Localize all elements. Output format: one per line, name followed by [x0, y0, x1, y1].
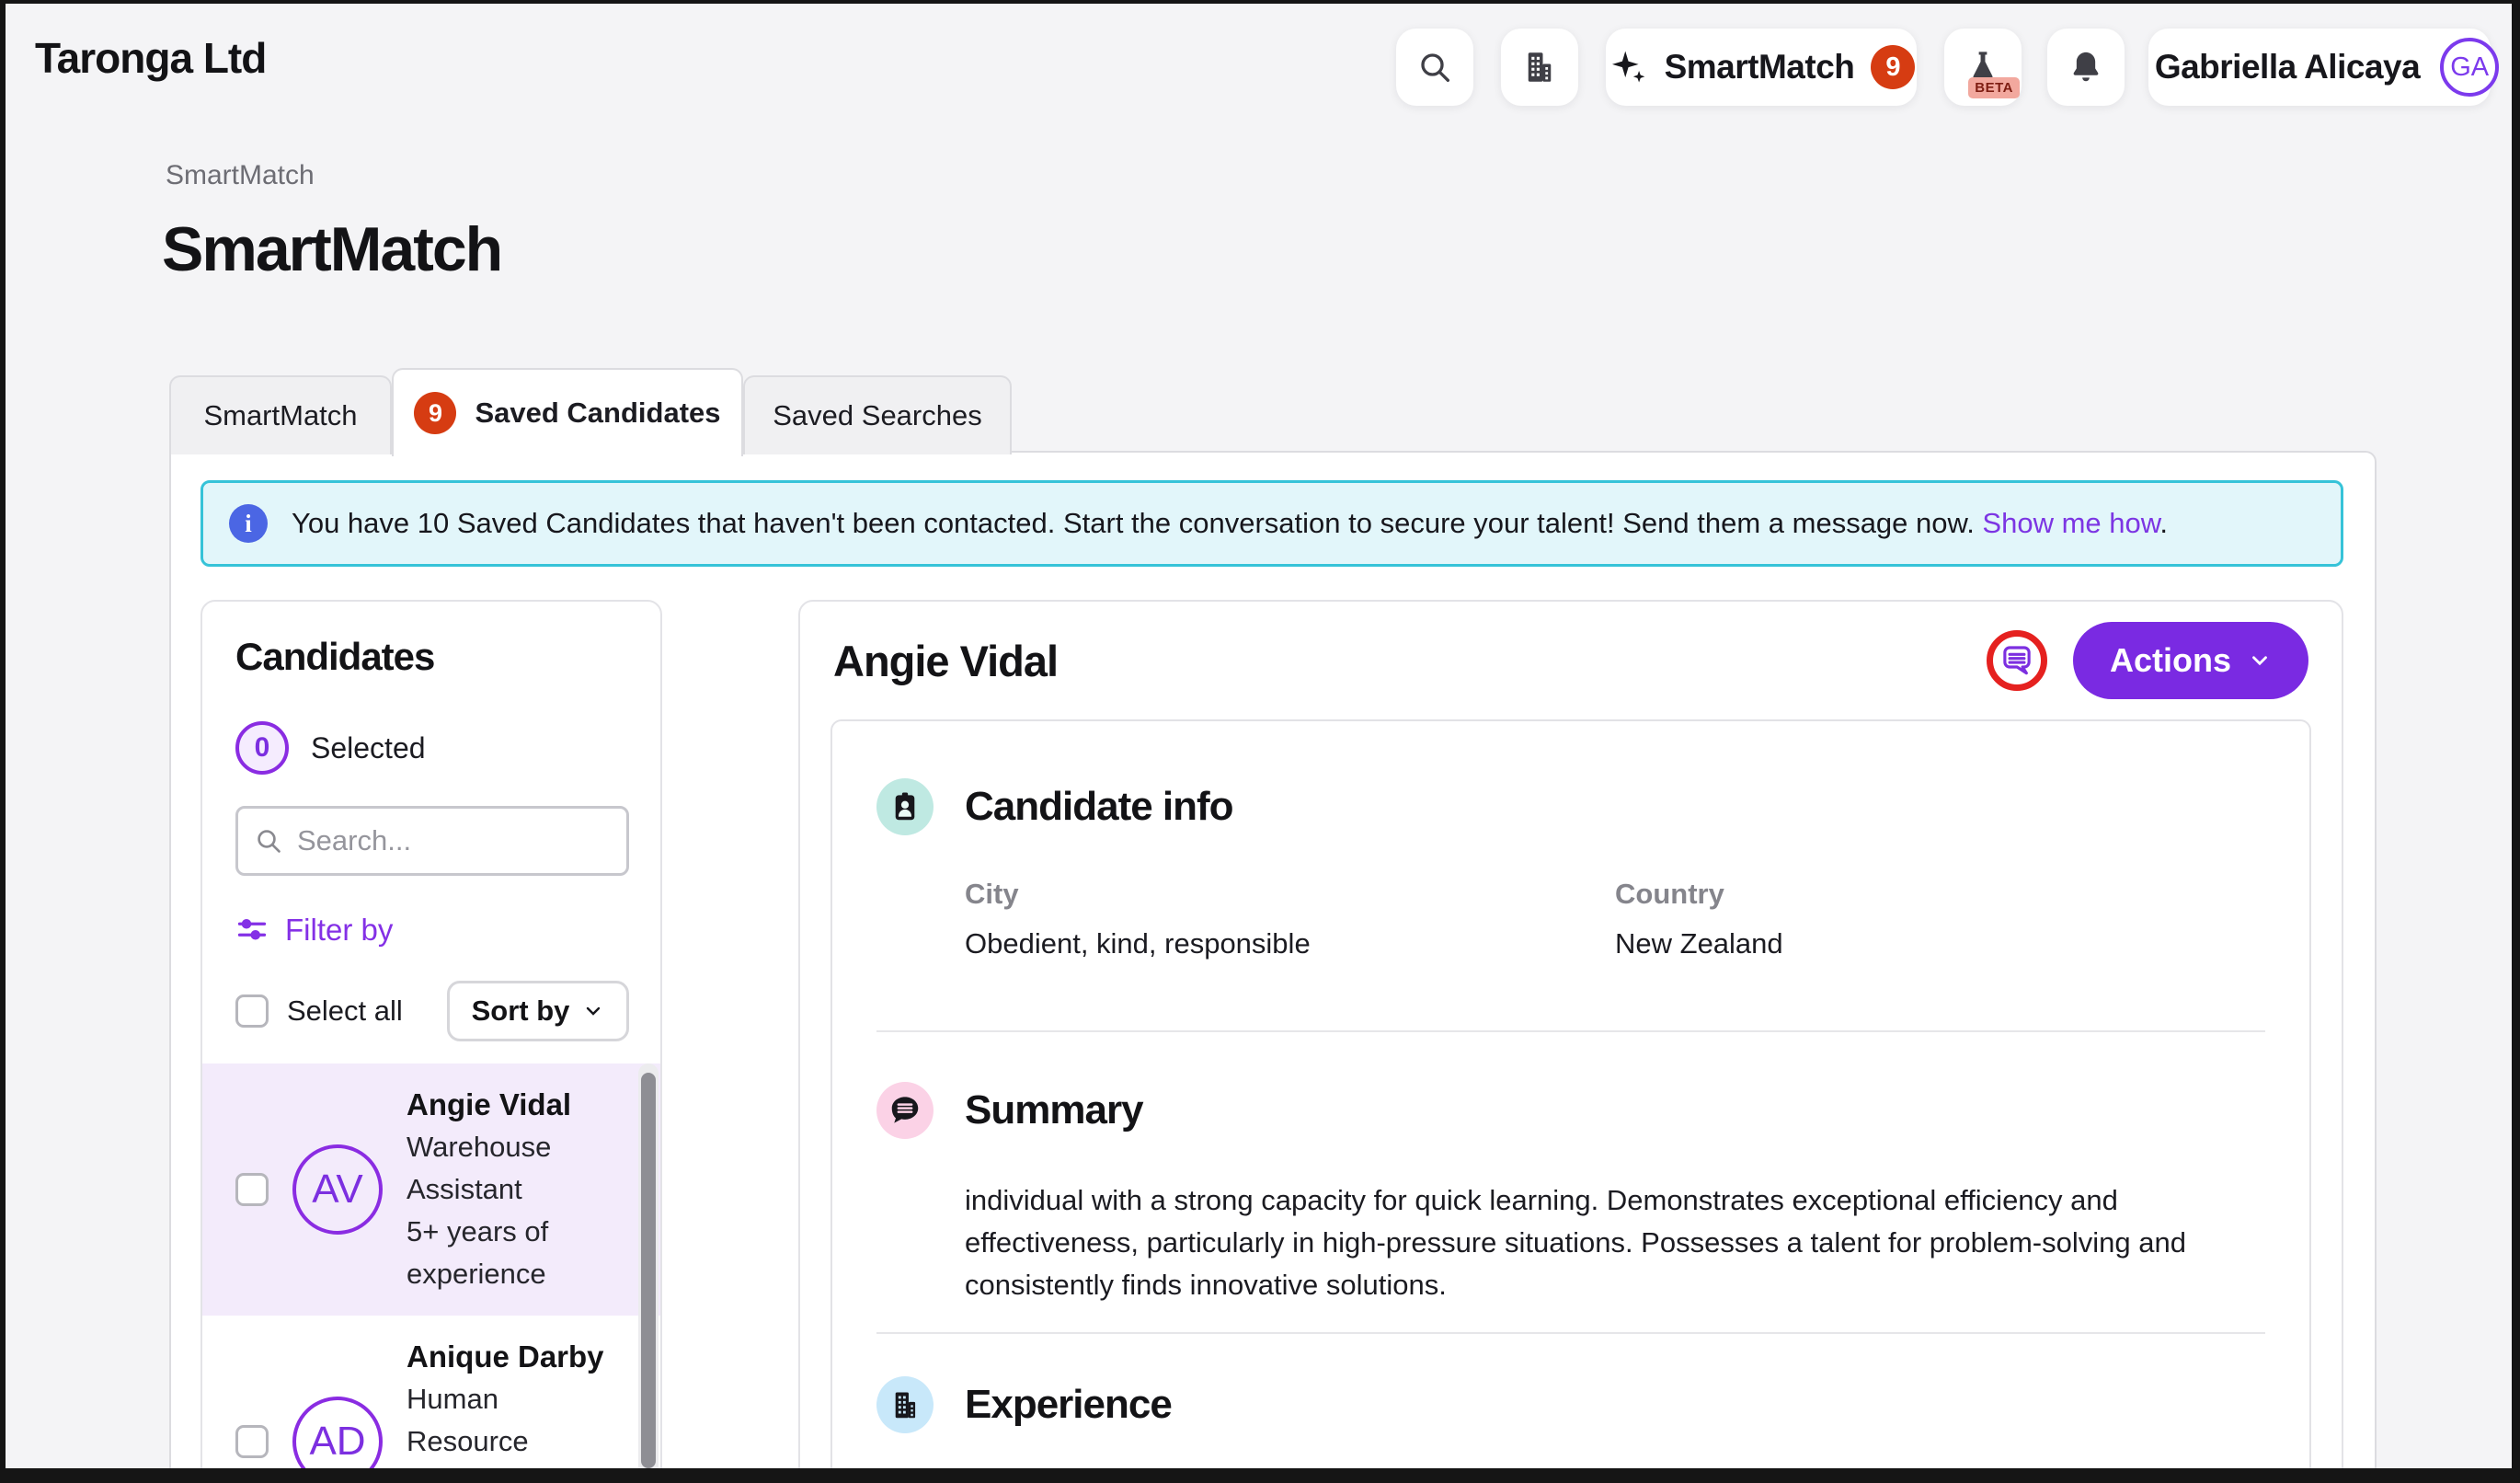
candidate-title: Warehouse Assistant: [407, 1126, 618, 1211]
smartmatch-nav-button[interactable]: SmartMatch 9: [1606, 29, 1917, 106]
filter-sliders-icon: [235, 914, 269, 947]
user-avatar: GA: [2440, 38, 2499, 97]
candidate-experience: 5+ years of experience: [407, 1211, 618, 1295]
show-me-how-link[interactable]: Show me how: [1982, 507, 2159, 539]
summary-text: individual with a strong capacity for qu…: [965, 1179, 2206, 1306]
candidate-detail-body: Candidate info City Obedient, kind, resp…: [830, 719, 2311, 1483]
select-all-checkbox[interactable]: [235, 994, 269, 1028]
filter-by-button[interactable]: Filter by: [235, 913, 629, 948]
chevron-down-icon: [2248, 649, 2272, 673]
saved-candidates-count-badge: 9: [414, 392, 456, 434]
notifications-button[interactable]: [2047, 29, 2125, 106]
country-value: New Zealand: [1615, 927, 2265, 960]
candidate-row-angie-vidal[interactable]: AV Angie Vidal Warehouse Assistant 5+ ye…: [202, 1063, 660, 1316]
search-icon: [1416, 49, 1453, 86]
section-divider: [876, 1030, 2265, 1032]
sparkle-icon: [1608, 47, 1648, 87]
company-nav-button[interactable]: [1501, 29, 1578, 106]
company-logo: Taronga Ltd: [35, 33, 266, 83]
candidate-info-title: Candidate info: [965, 784, 1233, 830]
candidate-avatar: AV: [292, 1144, 383, 1235]
smartmatch-count-badge: 9: [1871, 45, 1915, 89]
actions-label: Actions: [2110, 641, 2231, 680]
sort-by-button[interactable]: Sort by: [447, 981, 629, 1041]
info-icon: i: [229, 504, 268, 543]
select-all-label: Select all: [287, 994, 403, 1028]
candidate-list: AV Angie Vidal Warehouse Assistant 5+ ye…: [202, 1063, 660, 1483]
tab-saved-searches-label: Saved Searches: [773, 399, 981, 432]
scrollbar-thumb[interactable]: [641, 1073, 656, 1468]
info-banner: i You have 10 Saved Candidates that have…: [200, 480, 2343, 567]
page-title: SmartMatch: [162, 213, 501, 285]
tab-saved-searches[interactable]: Saved Searches: [743, 375, 1012, 454]
city-label: City: [965, 878, 1615, 911]
candidate-title: Human Resource Manager: [407, 1378, 618, 1483]
user-name: Gabriella Alicaya: [2155, 48, 2420, 86]
chat-bubble-icon: [1998, 641, 2036, 680]
section-divider: [876, 1332, 2265, 1334]
candidate-info-icon: [876, 778, 934, 835]
beta-lab-button[interactable]: BETA: [1944, 29, 2022, 106]
city-value: Obedient, kind, responsible: [965, 927, 1615, 960]
tab-saved-candidates[interactable]: 9 Saved Candidates: [392, 368, 743, 456]
candidate-name: Angie Vidal: [407, 1084, 618, 1126]
tab-smartmatch-label: SmartMatch: [203, 399, 357, 432]
breadcrumb[interactable]: SmartMatch: [166, 160, 315, 191]
candidates-title: Candidates: [235, 635, 629, 679]
row-checkbox[interactable]: [235, 1173, 269, 1206]
experience-company: Warehouse solutions: [965, 1466, 2265, 1483]
country-label: Country: [1615, 878, 2265, 911]
actions-button[interactable]: Actions: [2073, 622, 2308, 699]
candidate-row-anique-darby[interactable]: AD Anique Darby Human Resource Manager 6…: [202, 1316, 660, 1483]
candidate-detail-panel: Angie Vidal Actions: [798, 600, 2343, 1483]
bell-icon: [2067, 48, 2105, 86]
message-candidate-button[interactable]: [1987, 630, 2047, 691]
candidate-search-input[interactable]: [235, 806, 629, 876]
experience-title: Experience: [965, 1382, 1172, 1428]
tab-smartmatch[interactable]: SmartMatch: [169, 375, 392, 454]
candidate-name: Anique Darby: [407, 1336, 618, 1378]
chevron-down-icon: [582, 1000, 604, 1022]
row-checkbox[interactable]: [235, 1425, 269, 1458]
experience-icon: [876, 1376, 934, 1433]
summary-icon: [876, 1082, 934, 1139]
detail-candidate-name: Angie Vidal: [833, 636, 1058, 686]
smartmatch-nav-label: SmartMatch: [1665, 48, 1855, 86]
summary-title: Summary: [965, 1087, 1143, 1133]
beta-badge: BETA: [1968, 77, 2020, 98]
candidate-list-scrollbar[interactable]: [638, 1063, 659, 1483]
candidate-avatar: AD: [292, 1397, 383, 1483]
candidates-panel: Candidates 0 Selected: [200, 600, 662, 1483]
selected-count-badge: 0: [235, 721, 289, 775]
building-icon: [1520, 48, 1559, 86]
filter-by-label: Filter by: [285, 913, 393, 948]
search-button[interactable]: [1396, 29, 1473, 106]
selected-label: Selected: [311, 731, 426, 765]
user-menu-button[interactable]: Gabriella Alicaya GA: [2148, 29, 2491, 106]
sort-by-label: Sort by: [472, 994, 570, 1028]
tab-saved-candidates-label: Saved Candidates: [475, 397, 720, 430]
banner-text: You have 10 Saved Candidates that haven'…: [292, 507, 2168, 540]
smartmatch-page: Taronga Ltd: [0, 0, 2520, 1483]
